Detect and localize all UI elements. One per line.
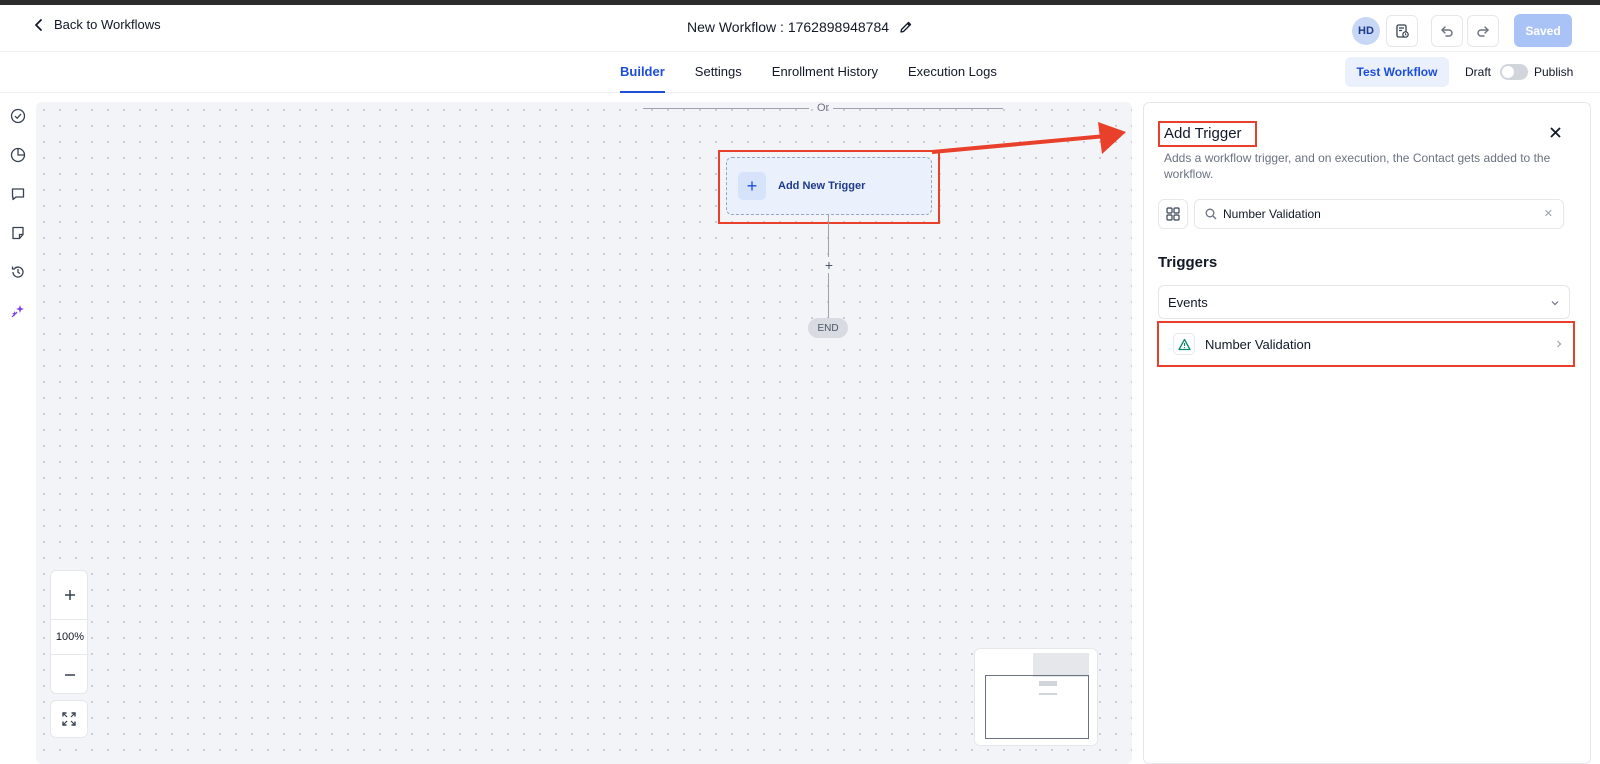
- minimap[interactable]: [974, 648, 1098, 746]
- add-step-plus-icon[interactable]: +: [821, 257, 837, 273]
- or-line-left: [643, 108, 809, 109]
- history-icon[interactable]: [10, 264, 26, 280]
- tab-builder[interactable]: Builder: [620, 53, 665, 93]
- redo-button[interactable]: [1467, 15, 1499, 47]
- tabs-bar: Builder Settings Enrollment History Exec…: [0, 53, 1600, 93]
- minimap-frame: [985, 675, 1089, 739]
- grid-icon: [1166, 207, 1180, 221]
- chevron-left-icon: [35, 18, 42, 31]
- draft-label: Draft: [1465, 65, 1492, 79]
- trigger-search: ✕: [1194, 199, 1564, 229]
- end-node: END: [808, 318, 848, 338]
- pie-chart-icon[interactable]: [10, 147, 26, 163]
- zoom-in-button[interactable]: [51, 571, 89, 619]
- zoom-level: 100%: [51, 619, 89, 655]
- search-input[interactable]: [1223, 207, 1543, 221]
- left-icon-rail: [0, 94, 36, 764]
- zoom-controls: 100%: [50, 570, 89, 695]
- back-to-workflows-link[interactable]: Back to Workflows: [32, 17, 161, 32]
- add-new-trigger-label: Add New Trigger: [778, 180, 866, 192]
- plus-icon: +: [738, 172, 766, 200]
- grid-view-button[interactable]: [1158, 199, 1188, 229]
- notes-button[interactable]: [1386, 15, 1418, 47]
- tab-execution-logs[interactable]: Execution Logs: [908, 53, 997, 93]
- document-clock-icon: [1396, 24, 1409, 38]
- sticky-note-icon[interactable]: [10, 225, 26, 241]
- zoom-out-button[interactable]: [51, 655, 89, 695]
- ai-sparkle-icon[interactable]: [10, 303, 26, 319]
- chevron-down-icon: [1551, 301, 1559, 306]
- redo-icon: [1477, 26, 1489, 37]
- triggers-heading: Triggers: [1158, 254, 1218, 271]
- user-avatar[interactable]: HD: [1352, 17, 1380, 45]
- undo-icon: [1441, 26, 1453, 37]
- events-group-dropdown[interactable]: Events: [1158, 285, 1570, 319]
- add-trigger-panel: Add Trigger Adds a workflow trigger, and…: [1143, 102, 1591, 764]
- publish-toggle[interactable]: [1500, 64, 1528, 80]
- add-new-trigger-card[interactable]: + Add New Trigger: [726, 157, 932, 215]
- workflow-canvas[interactable]: Or + Add New Trigger + END 100%: [36, 102, 1132, 764]
- tab-list: Builder Settings Enrollment History Exec…: [620, 53, 997, 93]
- publish-label: Publish: [1534, 65, 1574, 79]
- close-icon: [1549, 126, 1561, 138]
- expand-icon: [62, 712, 76, 726]
- panel-title: Add Trigger: [1164, 125, 1242, 142]
- or-label: Or: [817, 102, 830, 114]
- edit-pencil-icon[interactable]: [899, 20, 913, 34]
- minimap-node: [1039, 681, 1057, 686]
- trigger-item-number-validation[interactable]: Number Validation: [1161, 325, 1571, 363]
- tab-settings[interactable]: Settings: [695, 53, 742, 93]
- events-label: Events: [1168, 294, 1208, 310]
- undo-button[interactable]: [1431, 15, 1463, 47]
- trigger-item-label: Number Validation: [1205, 336, 1311, 352]
- saved-button[interactable]: Saved: [1514, 14, 1572, 47]
- check-circle-icon[interactable]: [10, 108, 26, 124]
- warning-triangle-icon: [1173, 333, 1195, 355]
- minimap-viewport-shade: [1033, 653, 1089, 677]
- minimap-node: [1039, 693, 1057, 695]
- clear-search-icon[interactable]: ✕: [1544, 207, 1553, 220]
- panel-description: Adds a workflow trigger, and on executio…: [1164, 151, 1551, 181]
- workflow-title: New Workflow : 1762898948784: [686, 19, 890, 35]
- top-header: Back to Workflows New Workflow : 1762898…: [0, 5, 1600, 52]
- back-label: Back to Workflows: [54, 17, 161, 32]
- search-icon: [1205, 208, 1217, 220]
- or-separator: Or: [643, 102, 1013, 114]
- minus-icon: [65, 674, 75, 676]
- fit-view-button[interactable]: [50, 700, 88, 738]
- tab-enrollment-history[interactable]: Enrollment History: [772, 53, 878, 93]
- test-workflow-button[interactable]: Test Workflow: [1345, 57, 1449, 87]
- chat-bubble-icon[interactable]: [10, 186, 26, 202]
- chevron-right-icon: [1557, 340, 1562, 348]
- or-line-right: [833, 108, 1003, 109]
- plus-icon: [65, 590, 75, 600]
- close-panel-button[interactable]: [1546, 123, 1564, 141]
